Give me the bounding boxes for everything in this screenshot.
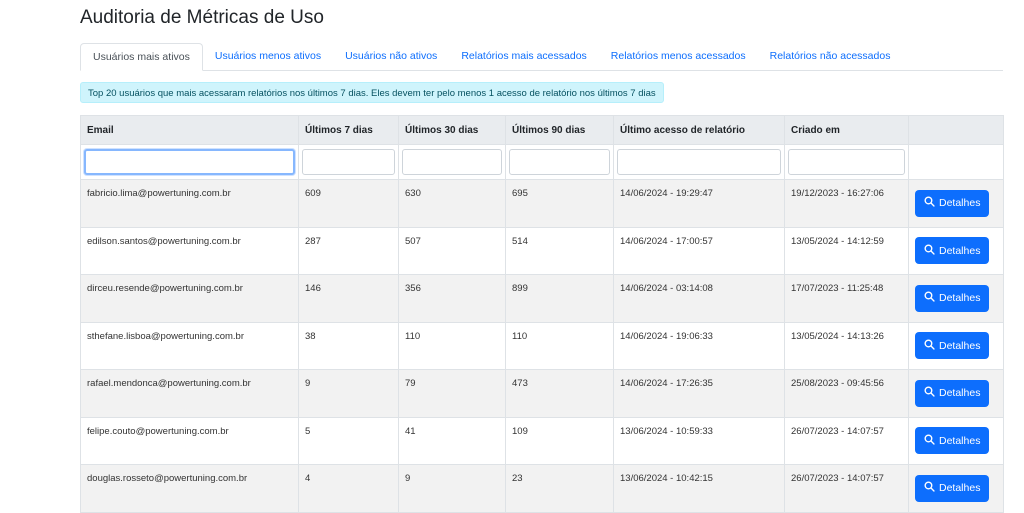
- table-row: rafael.mendonca@powertuning.com.br 9 79 473…: [80, 369, 1004, 418]
- ultimo-acesso-cell: 13/06/2024 - 10:59:33: [613, 416, 785, 465]
- criado-em-cell: 17/07/2023 - 11:25:48: [784, 274, 909, 323]
- table-row: dirceu.resende@powertuning.com.br 146 356 8…: [80, 274, 1004, 323]
- table-row: edilson.santos@powertuning.com.br 287 507 5…: [80, 226, 1004, 275]
- tab-relatorios-menos-acessados[interactable]: Relatórios menos acessados: [599, 43, 758, 70]
- ultimos-7-dias-cell: 38: [298, 321, 399, 370]
- ultimos-90-dias-cell: 23: [505, 464, 614, 513]
- table-header-row: Email Últimos 7 dias Últimos 30 dias Últ…: [80, 115, 1004, 145]
- table-row: felipe.couto@powertuning.com.br 5 41 109 13/…: [80, 416, 1004, 465]
- ultimo-acesso-cell: 14/06/2024 - 17:26:35: [613, 369, 785, 418]
- criado-em-cell: 26/07/2023 - 14:07:57: [784, 464, 909, 513]
- ultimos-30-dias-cell: 356: [398, 274, 506, 323]
- email-cell: dirceu.resende@powertuning.com.br: [80, 274, 299, 323]
- email-cell: felipe.couto@powertuning.com.br: [80, 416, 299, 465]
- filter-row: [80, 144, 1004, 180]
- detalhes-button[interactable]: Detalhes: [915, 189, 990, 217]
- ultimos-30-dias-cell: 79: [398, 369, 506, 418]
- ultimos-90-dias-cell: 473: [505, 369, 614, 418]
- ultimos-90-dias-cell: 514: [505, 226, 614, 275]
- filter-ultimo-acesso-input[interactable]: [617, 149, 781, 175]
- ultimos-30-dias-cell: 41: [398, 416, 506, 465]
- ultimos-90-dias-cell: 899: [505, 274, 614, 323]
- ultimos-7-dias-cell: 609: [298, 179, 399, 228]
- search-icon: [924, 339, 935, 353]
- detalhes-button-label: Detalhes: [939, 339, 981, 352]
- ultimo-acesso-cell: 14/06/2024 - 03:14:08: [613, 274, 785, 323]
- email-cell: rafael.mendonca@powertuning.com.br: [80, 369, 299, 418]
- search-icon: [924, 386, 935, 400]
- search-icon: [924, 291, 935, 305]
- detalhes-button[interactable]: Detalhes: [915, 237, 990, 265]
- tab-usuarios-menos-ativos[interactable]: Usuários menos ativos: [203, 43, 333, 70]
- ultimos-90-dias-cell: 695: [505, 179, 614, 228]
- column-header-ultimo-acesso[interactable]: Último acesso de relatório: [613, 115, 785, 145]
- column-header-ultimos-30-dias[interactable]: Últimos 30 dias: [398, 115, 506, 145]
- tab-relatorios-mais-acessados[interactable]: Relatórios mais acessados: [449, 43, 598, 70]
- search-icon: [924, 244, 935, 258]
- detalhes-button[interactable]: Detalhes: [915, 474, 990, 502]
- filter-90-dias-input[interactable]: [509, 149, 610, 175]
- detalhes-button[interactable]: Detalhes: [915, 332, 990, 360]
- ultimos-7-dias-cell: 287: [298, 226, 399, 275]
- filter-criado-em-input[interactable]: [788, 149, 905, 175]
- email-cell: fabricio.lima@powertuning.com.br: [80, 179, 299, 228]
- search-icon: [924, 196, 935, 210]
- detalhes-button-label: Detalhes: [939, 292, 981, 305]
- detalhes-button[interactable]: Detalhes: [915, 427, 990, 455]
- ultimo-acesso-cell: 14/06/2024 - 19:29:47: [613, 179, 785, 228]
- ultimos-90-dias-cell: 110: [505, 321, 614, 370]
- ultimos-7-dias-cell: 4: [298, 464, 399, 513]
- detalhes-button-label: Detalhes: [939, 197, 981, 210]
- detalhes-button[interactable]: Detalhes: [915, 379, 990, 407]
- criado-em-cell: 13/05/2024 - 14:13:26: [784, 321, 909, 370]
- criado-em-cell: 25/08/2023 - 09:45:56: [784, 369, 909, 418]
- page-title: Auditoria de Métricas de Uso: [80, 7, 324, 28]
- column-header-email[interactable]: Email: [80, 115, 299, 145]
- criado-em-cell: 26/07/2023 - 14:07:57: [784, 416, 909, 465]
- detalhes-button[interactable]: Detalhes: [915, 284, 990, 312]
- detalhes-button-label: Detalhes: [939, 434, 981, 447]
- email-cell: douglas.rosseto@powertuning.com.br: [80, 464, 299, 513]
- ultimos-90-dias-cell: 109: [505, 416, 614, 465]
- filter-email-input[interactable]: [84, 149, 295, 175]
- ultimos-7-dias-cell: 146: [298, 274, 399, 323]
- users-table: Email Últimos 7 dias Últimos 30 dias Últ…: [80, 115, 1004, 513]
- column-header-ultimos-7-dias[interactable]: Últimos 7 dias: [298, 115, 399, 145]
- table-row: fabricio.lima@powertuning.com.br 609 630 69…: [80, 179, 1004, 228]
- filter-30-dias-input[interactable]: [402, 149, 502, 175]
- detalhes-button-label: Detalhes: [939, 387, 981, 400]
- search-icon: [924, 481, 935, 495]
- table-row: sthefane.lisboa@powertuning.com.br 38 110 1…: [80, 321, 1004, 370]
- ultimo-acesso-cell: 14/06/2024 - 19:06:33: [613, 321, 785, 370]
- ultimo-acesso-cell: 13/06/2024 - 10:42:15: [613, 464, 785, 513]
- email-cell: edilson.santos@powertuning.com.br: [80, 226, 299, 275]
- ultimos-30-dias-cell: 630: [398, 179, 506, 228]
- ultimos-30-dias-cell: 9: [398, 464, 506, 513]
- detalhes-button-label: Detalhes: [939, 482, 981, 495]
- ultimos-7-dias-cell: 5: [298, 416, 399, 465]
- filter-7-dias-input[interactable]: [302, 149, 395, 175]
- email-cell: sthefane.lisboa@powertuning.com.br: [80, 321, 299, 370]
- column-header-actions: [908, 115, 1004, 145]
- info-alert: Top 20 usuários que mais acessaram relat…: [80, 82, 664, 103]
- tab-usuarios-nao-ativos[interactable]: Usuários não ativos: [333, 43, 449, 70]
- column-header-ultimos-90-dias[interactable]: Últimos 90 dias: [505, 115, 614, 145]
- criado-em-cell: 13/05/2024 - 14:12:59: [784, 226, 909, 275]
- criado-em-cell: 19/12/2023 - 16:27:06: [784, 179, 909, 228]
- ultimos-30-dias-cell: 110: [398, 321, 506, 370]
- ultimo-acesso-cell: 14/06/2024 - 17:00:57: [613, 226, 785, 275]
- search-icon: [924, 434, 935, 448]
- tab-relatorios-nao-acessados[interactable]: Relatórios não acessados: [758, 43, 903, 70]
- tab-usuarios-mais-ativos[interactable]: Usuários mais ativos: [80, 43, 203, 71]
- detalhes-button-label: Detalhes: [939, 244, 981, 257]
- ultimos-7-dias-cell: 9: [298, 369, 399, 418]
- column-header-criado-em[interactable]: Criado em: [784, 115, 909, 145]
- table-row: douglas.rosseto@powertuning.com.br 4 9 23 13…: [80, 464, 1004, 513]
- tab-bar: Usuários mais ativos Usuários menos ativ…: [80, 43, 1003, 71]
- ultimos-30-dias-cell: 507: [398, 226, 506, 275]
